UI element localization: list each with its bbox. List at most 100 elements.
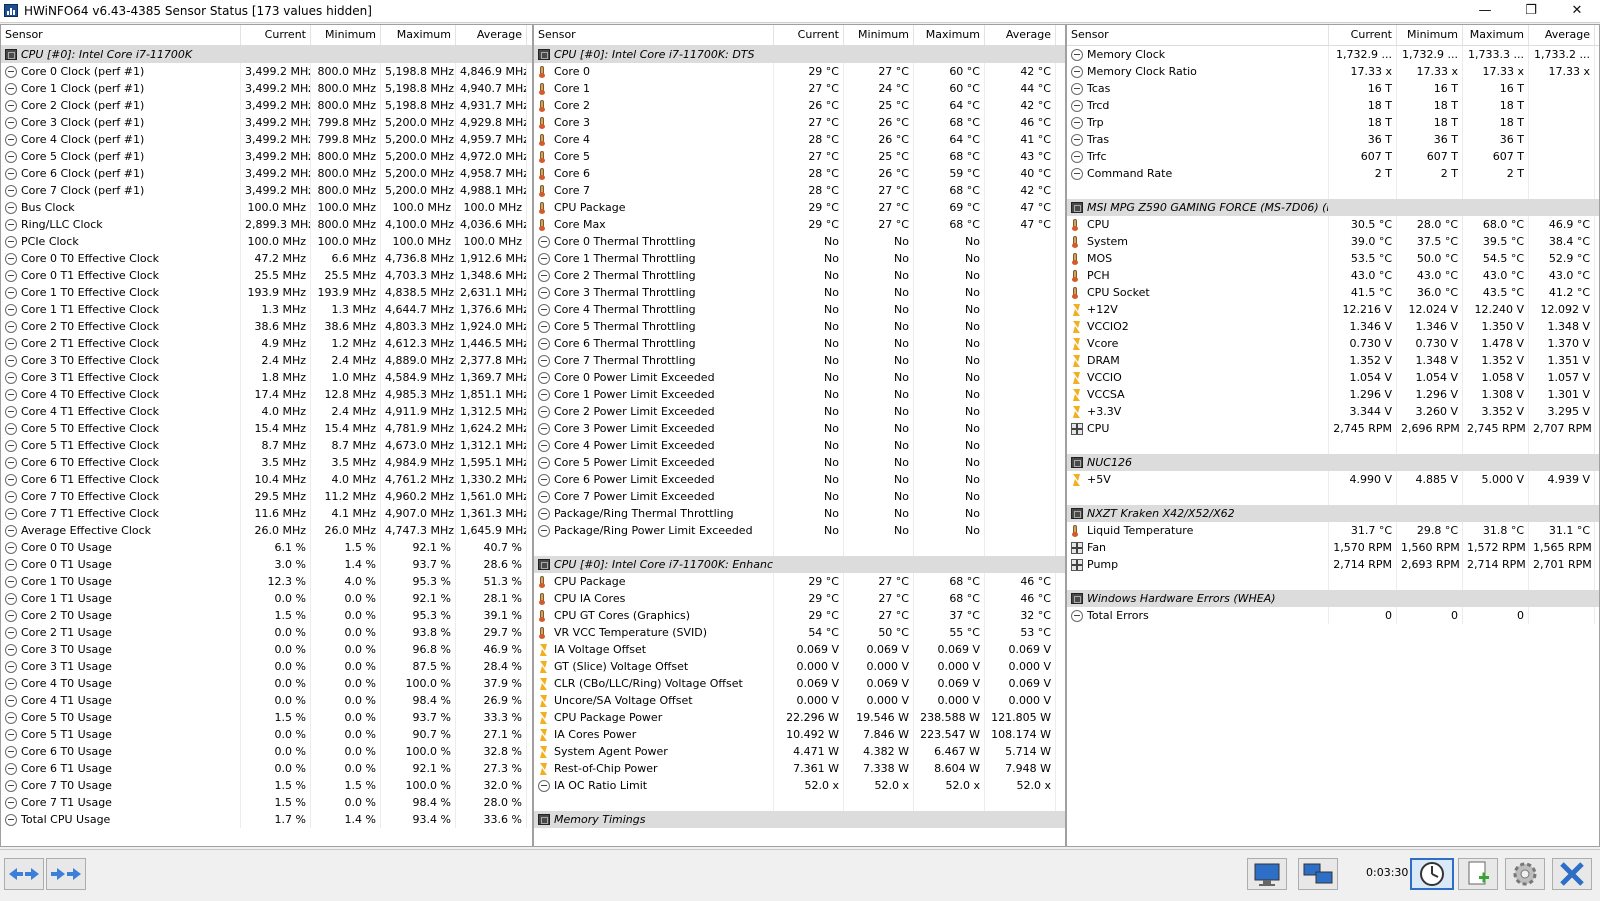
sensor-row[interactable]: Core 0 29 °C 27 °C 60 °C 42 °C <box>534 63 1065 80</box>
add-report-button[interactable] <box>1458 858 1498 890</box>
sensor-row[interactable]: Core 4 Thermal Throttling No No No <box>534 301 1065 318</box>
sensor-row[interactable]: Core Max 29 °C 27 °C 68 °C 47 °C <box>534 216 1065 233</box>
sensor-row[interactable]: Fan 1,570 RPM 1,560 RPM 1,572 RPM 1,565 RPM <box>1067 539 1599 556</box>
sensor-row[interactable]: Core 6 28 °C 26 °C 59 °C 40 °C <box>534 165 1065 182</box>
sensor-group-header[interactable]: Memory Timings <box>534 811 1065 828</box>
column-header-average[interactable]: Average <box>1529 25 1595 45</box>
sensor-row[interactable]: Core 3 T0 Effective Clock 2.4 MHz 2.4 MHz 4… <box>1 352 532 369</box>
sensor-row[interactable]: VCCIO2 1.346 V 1.346 V 1.350 V 1.348 V <box>1067 318 1599 335</box>
sensor-row[interactable]: Core 3 Clock (perf #1) 3,499.2 MHz 799.8 M… <box>1 114 532 131</box>
sensor-row[interactable]: Core 3 T1 Usage 0.0 % 0.0 % 87.5 % 28.4 % <box>1 658 532 675</box>
settings-button[interactable] <box>1505 858 1545 890</box>
sensor-row[interactable]: CPU 30.5 °C 28.0 °C 68.0 °C 46.9 °C <box>1067 216 1599 233</box>
sensor-row[interactable]: CPU IA Cores 29 °C 27 °C 68 °C 46 °C <box>534 590 1065 607</box>
sensor-row[interactable]: CPU Package 29 °C 27 °C 69 °C 47 °C <box>534 199 1065 216</box>
sensor-row[interactable]: Core 3 Thermal Throttling No No No <box>534 284 1065 301</box>
minimize-button[interactable]: — <box>1462 0 1508 22</box>
sensor-row[interactable]: Core 4 28 °C 26 °C 64 °C 41 °C <box>534 131 1065 148</box>
sensor-row[interactable]: Core 7 T1 Effective Clock 11.6 MHz 4.1 MHz… <box>1 505 532 522</box>
sensor-row[interactable]: Core 6 Clock (perf #1) 3,499.2 MHz 800.0 M… <box>1 165 532 182</box>
sensor-row[interactable]: Core 0 T1 Effective Clock 25.5 MHz 25.5 MH… <box>1 267 532 284</box>
sensor-row[interactable]: Core 4 Clock (perf #1) 3,499.2 MHz 799.8 M… <box>1 131 532 148</box>
sensor-group-header[interactable]: NXZT Kraken X42/X52/X62 <box>1067 505 1599 522</box>
sensor-row[interactable]: Core 0 Clock (perf #1) 3,499.2 MHz 800.0 M… <box>1 63 532 80</box>
column-header-average[interactable]: Average <box>985 25 1056 45</box>
sensor-row[interactable]: CPU 2,745 RPM 2,696 RPM 2,745 RPM 2,707 RPM <box>1067 420 1599 437</box>
sensor-row[interactable]: Ring/LLC Clock 2,899.3 MHz 800.0 MHz 4,100.… <box>1 216 532 233</box>
column-header-sensor[interactable]: Sensor <box>1 25 241 45</box>
sensor-row[interactable]: Core 5 Power Limit Exceeded No No No <box>534 454 1065 471</box>
sensor-row[interactable]: Core 0 Power Limit Exceeded No No No <box>534 369 1065 386</box>
sensor-row[interactable]: VCCSA 1.296 V 1.296 V 1.308 V 1.301 V <box>1067 386 1599 403</box>
sensor-row[interactable]: Core 3 T1 Effective Clock 1.8 MHz 1.0 MHz 4… <box>1 369 532 386</box>
sensor-row[interactable]: Core 4 T0 Effective Clock 17.4 MHz 12.8 MH… <box>1 386 532 403</box>
sensor-group-header[interactable]: CPU [#0]: Intel Core i7-11700K <box>1 46 532 63</box>
sensor-row[interactable]: CLR (CBo/LLC/Ring) Voltage Offset 0.069 V… <box>534 675 1065 692</box>
sensor-row[interactable]: Core 5 T0 Effective Clock 15.4 MHz 15.4 MH… <box>1 420 532 437</box>
sensor-group-header[interactable]: CPU [#0]: Intel Core i7-11700K: DTS <box>534 46 1065 63</box>
sensor-row[interactable]: +5V 4.990 V 4.885 V 5.000 V 4.939 V <box>1067 471 1599 488</box>
sensor-row[interactable]: Core 7 T0 Effective Clock 29.5 MHz 11.2 MH… <box>1 488 532 505</box>
sensor-row[interactable]: Core 4 T1 Usage 0.0 % 0.0 % 98.4 % 26.9 % <box>1 692 532 709</box>
sensor-row[interactable]: Core 3 27 °C 26 °C 68 °C 46 °C <box>534 114 1065 131</box>
sensor-row[interactable]: Core 2 Clock (perf #1) 3,499.2 MHz 800.0 M… <box>1 97 532 114</box>
sensor-row[interactable]: Core 2 T1 Usage 0.0 % 0.0 % 93.8 % 29.7 % <box>1 624 532 641</box>
sensor-row[interactable]: Package/Ring Power Limit Exceeded No No No <box>534 522 1065 539</box>
sensor-row[interactable]: Core 2 Thermal Throttling No No No <box>534 267 1065 284</box>
sensor-row[interactable]: IA Cores Power 10.492 W 7.846 W 223.547 W 10… <box>534 726 1065 743</box>
sensor-row[interactable]: Core 6 T1 Effective Clock 10.4 MHz 4.0 MHz… <box>1 471 532 488</box>
sensor-row[interactable]: Core 2 T0 Usage 1.5 % 0.0 % 95.3 % 39.1 % <box>1 607 532 624</box>
sensor-row[interactable]: CPU Socket 41.5 °C 36.0 °C 43.5 °C 41.2 °C <box>1067 284 1599 301</box>
sensor-pane-2[interactable]: Sensor Current Minimum Maximum Average CPU [#… <box>533 24 1066 847</box>
sensor-row[interactable]: IA OC Ratio Limit 52.0 x 52.0 x 52.0 x 52.0 … <box>534 777 1065 794</box>
close-button[interactable]: ✕ <box>1554 0 1600 22</box>
sensor-row[interactable]: Core 7 Clock (perf #1) 3,499.2 MHz 800.0 M… <box>1 182 532 199</box>
sensor-row[interactable]: GT (Slice) Voltage Offset 0.000 V 0.000 V0… <box>534 658 1065 675</box>
sensor-row[interactable]: CPU Package Power 22.296 W 19.546 W 238.588… <box>534 709 1065 726</box>
sensor-row[interactable]: Core 5 Thermal Throttling No No No <box>534 318 1065 335</box>
sensor-row[interactable]: Core 7 Power Limit Exceeded No No No <box>534 488 1065 505</box>
sensor-row[interactable]: CPU Package 29 °C 27 °C 68 °C 46 °C <box>534 573 1065 590</box>
sensor-row[interactable]: Liquid Temperature 31.7 °C 29.8 °C 31.8 °C 3… <box>1067 522 1599 539</box>
column-header-current[interactable]: Current <box>241 25 311 45</box>
sensor-row[interactable]: Core 1 T0 Usage 12.3 % 4.0 % 95.3 % 51.3 % <box>1 573 532 590</box>
sensor-row[interactable]: Core 4 T1 Effective Clock 4.0 MHz 2.4 MHz 4… <box>1 403 532 420</box>
column-header-average[interactable]: Average <box>456 25 527 45</box>
network-transfer-button[interactable] <box>1298 858 1338 890</box>
column-header-maximum[interactable]: Maximum <box>914 25 985 45</box>
sensor-row[interactable]: Core 5 T0 Usage 1.5 % 0.0 % 93.7 % 33.3 % <box>1 709 532 726</box>
sensor-row[interactable]: +3.3V 3.344 V 3.260 V 3.352 V 3.295 V <box>1067 403 1599 420</box>
sensor-row[interactable]: Core 6 T0 Effective Clock 3.5 MHz 3.5 MHz 4… <box>1 454 532 471</box>
sensor-row[interactable]: Total CPU Usage 1.7 % 1.4 % 93.4 % 33.6 % <box>1 811 532 828</box>
sensor-row[interactable]: Core 4 T0 Usage 0.0 % 0.0 % 100.0 % 37.9 % <box>1 675 532 692</box>
sensor-row[interactable]: Tras 36 T 36 T 36 T <box>1067 131 1599 148</box>
sensor-row[interactable]: Core 6 Thermal Throttling No No No <box>534 335 1065 352</box>
sensor-row[interactable]: Core 5 27 °C 25 °C 68 °C 43 °C <box>534 148 1065 165</box>
sensor-row[interactable]: Core 4 Power Limit Exceeded No No No <box>534 437 1065 454</box>
column-header-minimum[interactable]: Minimum <box>311 25 381 45</box>
sensor-row[interactable]: Core 1 T1 Usage 0.0 % 0.0 % 92.1 % 28.1 % <box>1 590 532 607</box>
sensor-row[interactable]: Uncore/SA Voltage Offset 0.000 V 0.000 V 0.… <box>534 692 1065 709</box>
sensor-row[interactable]: Core 6 Power Limit Exceeded No No No <box>534 471 1065 488</box>
sensor-row[interactable]: Trp 18 T 18 T 18 T <box>1067 114 1599 131</box>
sensor-group-header[interactable]: Windows Hardware Errors (WHEA) <box>1067 590 1599 607</box>
sensor-row[interactable]: Core 5 T1 Usage 0.0 % 0.0 % 90.7 % 27.1 % <box>1 726 532 743</box>
sensor-row[interactable]: Core 3 T0 Usage 0.0 % 0.0 % 96.8 % 46.9 % <box>1 641 532 658</box>
sensor-row[interactable]: Vcore 0.730 V 0.730 V 1.478 V 1.370 V <box>1067 335 1599 352</box>
sensor-row[interactable]: Core 7 T0 Usage 1.5 % 1.5 % 100.0 % 32.0 % <box>1 777 532 794</box>
sensor-pane-1[interactable]: Sensor Current Minimum Maximum Average CPU [#… <box>0 24 533 847</box>
sensor-row[interactable]: Command Rate 2 T2 T2 T <box>1067 165 1599 182</box>
sensor-row[interactable]: Core 2 Power Limit Exceeded No No No <box>534 403 1065 420</box>
sensor-row[interactable]: Rest-of-Chip Power 7.361 W 7.338 W 8.604 W7… <box>534 760 1065 777</box>
sensor-row[interactable]: IA Voltage Offset 0.069 V 0.069 V 0.069 V 0.… <box>534 641 1065 658</box>
sensor-row[interactable]: VCCIO 1.054 V 1.054 V 1.058 V 1.057 V <box>1067 369 1599 386</box>
sensor-row[interactable]: +12V 12.216 V 12.024 V 12.240 V 12.092 V <box>1067 301 1599 318</box>
sensor-row[interactable]: Memory Clock 1,732.9 ... 1,732.9 ... 1,733.… <box>1067 46 1599 63</box>
column-header-minimum[interactable]: Minimum <box>1397 25 1463 45</box>
sensor-row[interactable]: Core 7 Thermal Throttling No No No <box>534 352 1065 369</box>
sensor-row[interactable]: Total Errors 0 0 0 <box>1067 607 1599 624</box>
sensor-row[interactable]: Core 0 Thermal Throttling No No No <box>534 233 1065 250</box>
sensor-row[interactable]: Core 5 Clock (perf #1) 3,499.2 MHz 800.0 M… <box>1 148 532 165</box>
sensor-row[interactable]: CPU GT Cores (Graphics) 29 °C 27 °C 37 °C 32… <box>534 607 1065 624</box>
column-header-sensor[interactable]: Sensor <box>534 25 774 45</box>
